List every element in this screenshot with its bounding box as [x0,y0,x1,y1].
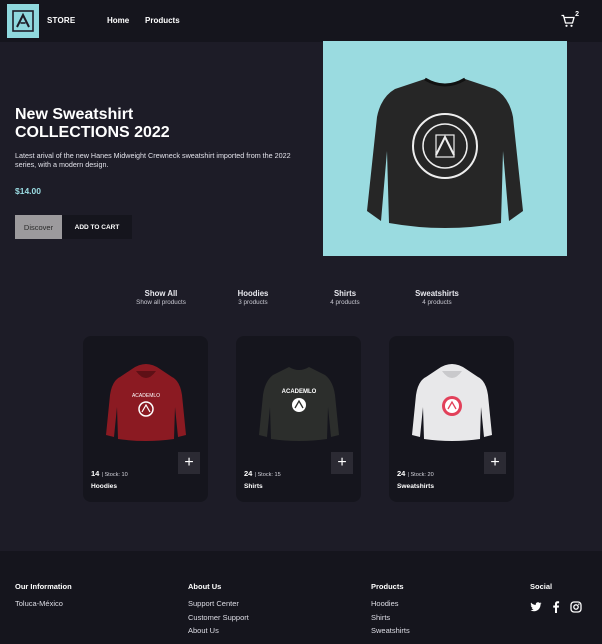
product-name: Shirts [244,483,263,490]
footer-link-hoodies[interactable]: Hoodies [371,599,410,608]
hero-price: $14.00 [15,186,41,196]
sweatshirt-image-icon [367,77,523,228]
brand-name[interactable]: STORE [47,16,75,25]
product-card[interactable]: ACADEMLO 24 | Stock: 15 Shirts + [236,336,361,502]
footer-info-title: Our Information [15,582,72,591]
product-price: 24 | Stock: 20 [397,469,434,478]
footer [0,551,602,644]
footer-link-support-center[interactable]: Support Center [188,599,249,608]
product-name: Sweatshirts [397,483,435,490]
product-card[interactable]: 24 | Stock: 20 Sweatshirts + [389,336,514,502]
footer-products-column: Products Hoodies Shirts Sweatshirts [371,582,410,640]
svg-text:ACADEMLO: ACADEMLO [131,393,159,399]
footer-link-shirts[interactable]: Shirts [371,613,410,622]
product-price: 14 | Stock: 10 [91,469,128,478]
nav-home[interactable]: Home [107,16,129,25]
add-to-cart-button[interactable]: ADD TO CART [62,215,132,239]
stock-label: | Stock: 10 [101,472,128,478]
filter-shirts[interactable]: Shirts 4 products [305,289,385,306]
filter-count: 4 products [422,299,452,306]
hero-description: Latest arival of the new Hanes Midweight… [15,151,291,169]
product-image: ACADEMLO [83,336,208,461]
hoodie-icon: ACADEMLO [105,363,186,441]
filter-count: Show all products [136,299,186,306]
footer-social-title: Social [530,582,553,591]
filter-count: 4 products [330,299,360,306]
footer-link-customer-support[interactable]: Customer Support [188,613,249,622]
sweatshirt-icon [411,363,492,441]
footer-link-sweatshirts[interactable]: Sweatshirts [371,626,410,635]
price-value: 24 [244,469,253,478]
cart-count-badge: 2 [575,11,579,18]
filter-sweatshirts[interactable]: Sweatshirts 4 products [397,289,477,306]
footer-info-column: Our Information Toluca-México [15,582,72,613]
footer-about-title: About Us [188,582,222,591]
hero-title: New Sweatshirt COLLECTIONS 2022 [15,106,275,142]
stock-label: | Stock: 15 [254,472,281,478]
discover-button[interactable]: Discover [15,215,62,239]
footer-location: Toluca-México [15,599,63,608]
hero-product-image [323,41,567,256]
brand-logo[interactable] [7,4,39,38]
hero-title-line1: New Sweatshirt [15,106,134,123]
product-name: Hoodies [91,483,118,490]
filter-name: Sweatshirts [415,289,459,298]
stock-label: | Stock: 20 [407,472,434,478]
product-card[interactable]: ACADEMLO 14 | Stock: 10 Hoodies + [83,336,208,502]
filter-name: Show All [144,289,178,298]
filter-show-all[interactable]: Show All Show all products [121,289,201,306]
add-product-button[interactable]: + [484,452,506,474]
filter-hoodies[interactable]: Hoodies 3 products [213,289,293,306]
nav-products[interactable]: Products [145,16,180,25]
hero-title-line2: COLLECTIONS 2022 [15,124,170,141]
price-value: 24 [397,469,406,478]
twitter-icon[interactable] [530,600,542,612]
social-links [530,600,582,613]
shirt-icon: ACADEMLO [258,366,339,441]
product-price: 24 | Stock: 15 [244,469,281,478]
footer-social-column: Social [530,582,552,599]
footer-about-column: About Us Support Center Customer Support… [188,582,249,640]
price-value: 14 [91,469,100,478]
add-product-button[interactable]: + [178,452,200,474]
product-image [389,336,514,461]
filter-count: 3 products [238,299,268,306]
filter-name: Hoodies [237,289,269,298]
product-image: ACADEMLO [236,336,361,461]
filter-name: Shirts [333,289,357,298]
add-product-button[interactable]: + [331,452,353,474]
top-navbar: STORE Home Products 2 [0,0,602,42]
footer-products-title: Products [371,582,404,591]
instagram-icon[interactable] [570,600,582,613]
svg-text:ACADEMLO: ACADEMLO [281,389,316,395]
cart-icon[interactable] [561,14,575,28]
footer-link-about-us[interactable]: About Us [188,626,249,635]
facebook-icon[interactable] [550,600,562,613]
academlo-logo-icon [12,10,34,32]
